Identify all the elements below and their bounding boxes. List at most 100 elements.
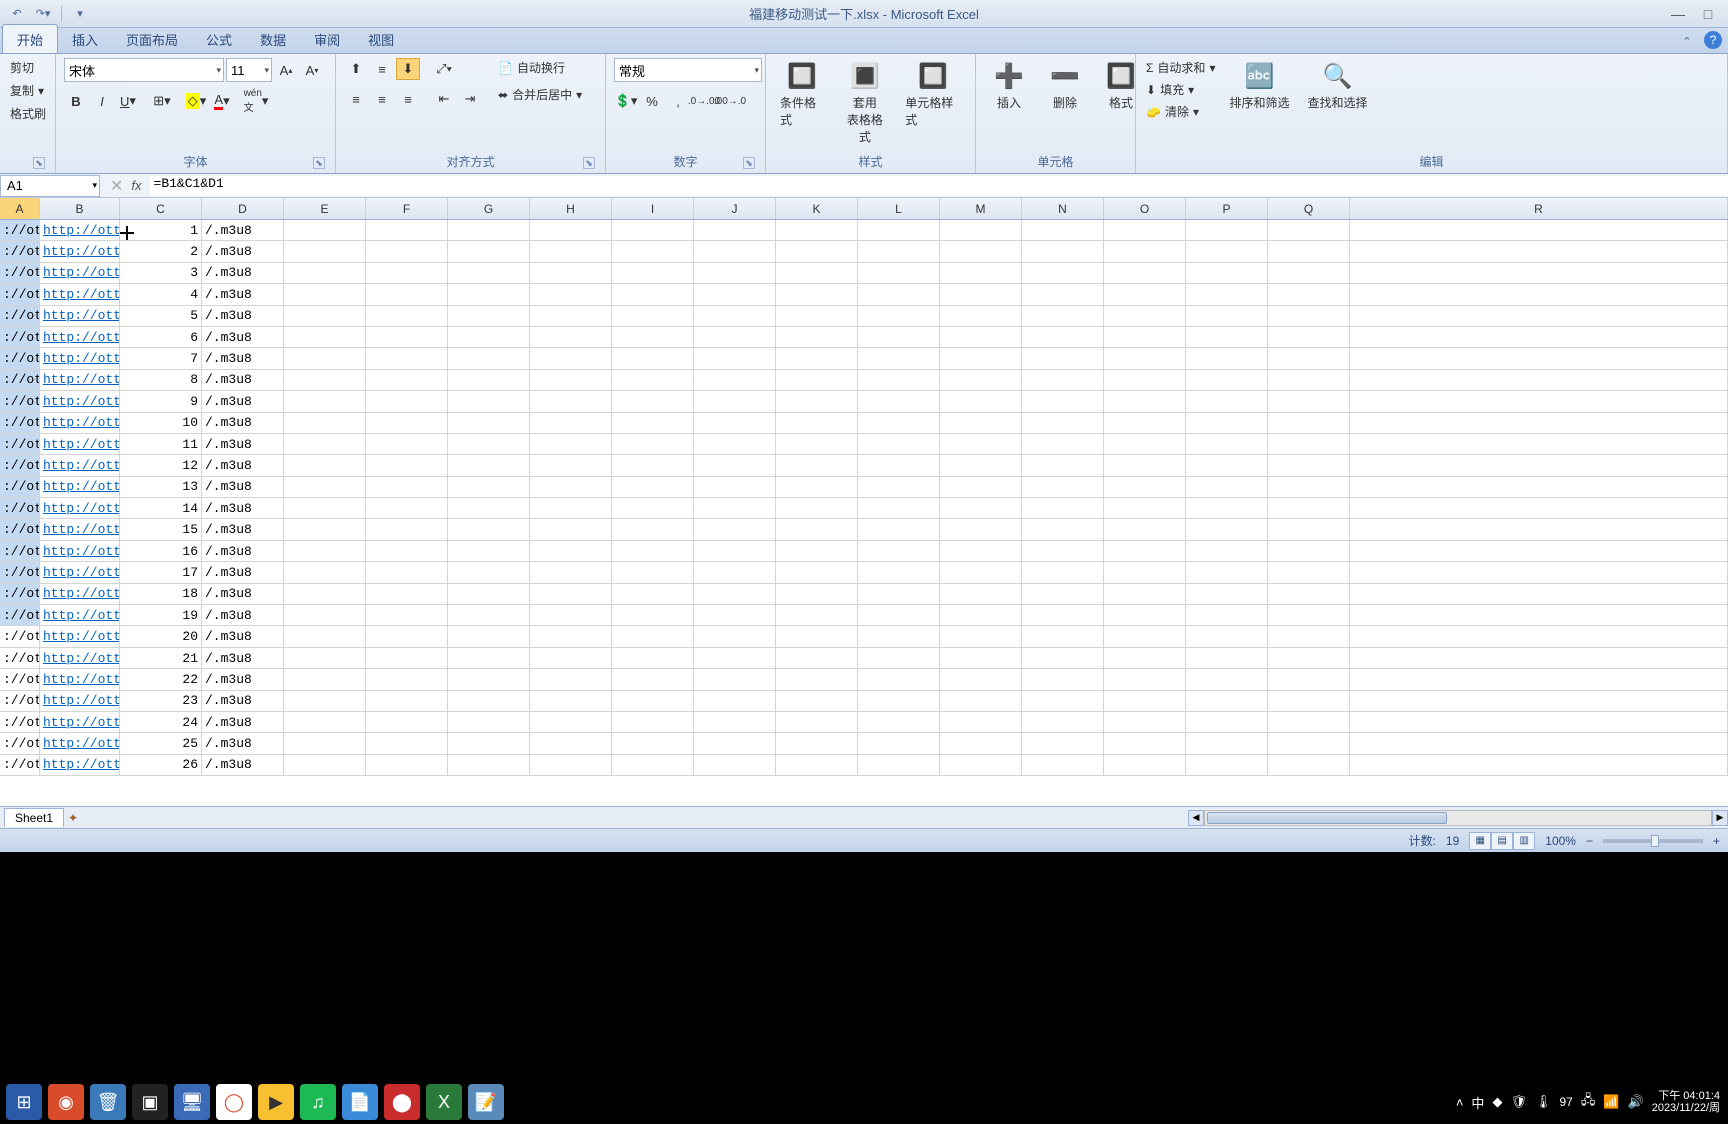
- cell-A[interactable]: ://ot: [0, 370, 40, 390]
- cell-B[interactable]: http://ott.f: [40, 220, 120, 240]
- cell-empty[interactable]: [1268, 669, 1350, 689]
- cell-empty[interactable]: [1022, 755, 1104, 775]
- cell-D[interactable]: /.m3u8: [202, 605, 284, 625]
- cell-empty[interactable]: [366, 434, 448, 454]
- cell-empty[interactable]: [366, 391, 448, 411]
- table-row[interactable]: ://othttp://ott.f23/.m3u8: [0, 691, 1728, 712]
- cell-empty[interactable]: [366, 263, 448, 283]
- autosum-button[interactable]: Σ 自动求和▾: [1144, 58, 1217, 77]
- cell-empty[interactable]: [1186, 348, 1268, 368]
- tab-home[interactable]: 开始: [2, 24, 58, 53]
- cell-A[interactable]: ://ot: [0, 584, 40, 604]
- cell-empty[interactable]: [366, 712, 448, 732]
- cell-empty[interactable]: [940, 413, 1022, 433]
- cell-empty[interactable]: [1268, 220, 1350, 240]
- cell-empty[interactable]: [776, 455, 858, 475]
- cell-empty[interactable]: [694, 348, 776, 368]
- cell-D[interactable]: /.m3u8: [202, 391, 284, 411]
- table-row[interactable]: ://othttp://ott.f5/.m3u8: [0, 306, 1728, 327]
- cell-empty[interactable]: [858, 755, 940, 775]
- cell-empty[interactable]: [612, 755, 694, 775]
- table-row[interactable]: ://othttp://ott.f4/.m3u8: [0, 284, 1728, 305]
- cell-empty[interactable]: [1104, 413, 1186, 433]
- cell-empty[interactable]: [366, 455, 448, 475]
- cell-empty[interactable]: [1104, 263, 1186, 283]
- cell-empty[interactable]: [1022, 691, 1104, 711]
- cell-empty[interactable]: [612, 455, 694, 475]
- cell-empty[interactable]: [448, 327, 530, 347]
- cell-B[interactable]: http://ott.f: [40, 477, 120, 497]
- cell-C[interactable]: 7: [120, 348, 202, 368]
- tab-review[interactable]: 审阅: [300, 25, 354, 53]
- percent-button[interactable]: %: [640, 90, 664, 112]
- taskbar-record-icon[interactable]: ⬤: [384, 1084, 420, 1120]
- cell-empty[interactable]: [1186, 626, 1268, 646]
- taskbar-recycle-icon[interactable]: 🗑: [90, 1084, 126, 1120]
- merge-center-button[interactable]: ⬌ 合并后居中▾: [496, 85, 584, 104]
- cell-empty[interactable]: [530, 669, 612, 689]
- cell-empty[interactable]: [1268, 498, 1350, 518]
- cell-empty[interactable]: [940, 327, 1022, 347]
- cell-empty[interactable]: [940, 669, 1022, 689]
- cell-empty[interactable]: [858, 669, 940, 689]
- cell-empty[interactable]: [694, 477, 776, 497]
- number-format-combo[interactable]: 常规▾: [614, 58, 762, 82]
- cell-empty[interactable]: [612, 263, 694, 283]
- cell-empty[interactable]: [284, 220, 366, 240]
- col-header-I[interactable]: I: [612, 198, 694, 219]
- cancel-formula-icon[interactable]: ✕: [110, 176, 123, 196]
- cell-C[interactable]: 9: [120, 391, 202, 411]
- table-row[interactable]: ://othttp://ott.f8/.m3u8: [0, 370, 1728, 391]
- cell-empty[interactable]: [1186, 712, 1268, 732]
- cell-empty[interactable]: [530, 327, 612, 347]
- cell-empty[interactable]: [448, 562, 530, 582]
- sort-filter-button[interactable]: 🔤排序和筛选: [1223, 58, 1295, 113]
- col-header-C[interactable]: C: [120, 198, 202, 219]
- decrease-indent-button[interactable]: ⇤: [432, 88, 456, 110]
- col-header-A[interactable]: A: [0, 198, 40, 219]
- cell-A[interactable]: ://ot: [0, 241, 40, 261]
- cell-empty[interactable]: [1186, 413, 1268, 433]
- cell-B[interactable]: http://ott.f: [40, 669, 120, 689]
- cell-empty[interactable]: [1022, 498, 1104, 518]
- delete-cells-button[interactable]: ➖删除: [1040, 58, 1090, 113]
- cell-D[interactable]: /.m3u8: [202, 562, 284, 582]
- cell-empty[interactable]: [612, 220, 694, 240]
- cell-empty[interactable]: [1104, 241, 1186, 261]
- cell-empty[interactable]: [1268, 541, 1350, 561]
- cell-empty[interactable]: [284, 755, 366, 775]
- cell-empty[interactable]: [1268, 306, 1350, 326]
- cell-empty[interactable]: [858, 370, 940, 390]
- cell-empty[interactable]: [1268, 733, 1350, 753]
- font-color-button[interactable]: A▾: [210, 90, 234, 112]
- scroll-right-button[interactable]: ▶: [1712, 810, 1728, 826]
- sheet-tab[interactable]: Sheet1: [4, 808, 64, 827]
- table-row[interactable]: ://othttp://ott.f13/.m3u8: [0, 477, 1728, 498]
- cell-empty[interactable]: [1022, 562, 1104, 582]
- cell-empty[interactable]: [1186, 306, 1268, 326]
- cell-empty[interactable]: [284, 241, 366, 261]
- cell-empty[interactable]: [530, 434, 612, 454]
- cell-B[interactable]: http://ott.f: [40, 455, 120, 475]
- table-row[interactable]: ://othttp://ott.f17/.m3u8: [0, 562, 1728, 583]
- align-left-button[interactable]: ≡: [344, 88, 368, 110]
- cell-empty[interactable]: [694, 455, 776, 475]
- cell-empty[interactable]: [776, 498, 858, 518]
- cell-empty[interactable]: [776, 691, 858, 711]
- cell-empty[interactable]: [776, 241, 858, 261]
- cell-empty[interactable]: [284, 626, 366, 646]
- cell-empty[interactable]: [1022, 541, 1104, 561]
- cell-C[interactable]: 23: [120, 691, 202, 711]
- cell-D[interactable]: /.m3u8: [202, 306, 284, 326]
- cell-empty[interactable]: [940, 712, 1022, 732]
- cell-empty[interactable]: [776, 263, 858, 283]
- cell-empty[interactable]: [776, 519, 858, 539]
- cell-C[interactable]: 12: [120, 455, 202, 475]
- table-row[interactable]: ://othttp://ott.f16/.m3u8: [0, 541, 1728, 562]
- cell-empty[interactable]: [1022, 584, 1104, 604]
- cell-empty[interactable]: [858, 519, 940, 539]
- cell-empty[interactable]: [1350, 669, 1728, 689]
- cell-empty[interactable]: [1268, 755, 1350, 775]
- cell-D[interactable]: /.m3u8: [202, 541, 284, 561]
- cell-empty[interactable]: [448, 284, 530, 304]
